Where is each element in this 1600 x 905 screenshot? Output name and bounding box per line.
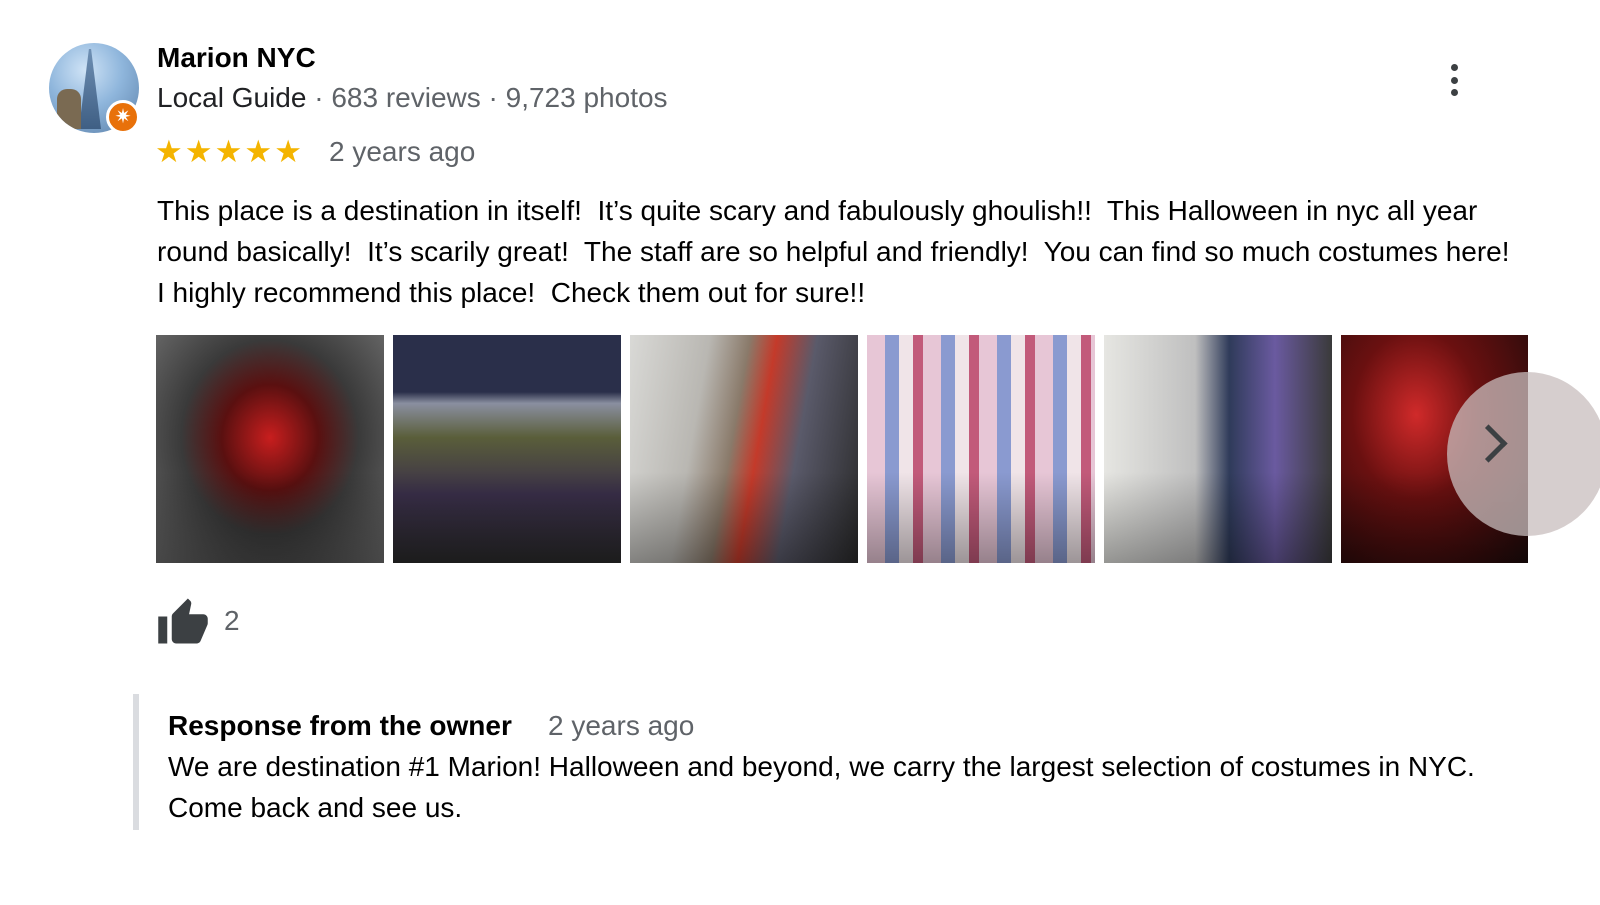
review-photo[interactable] (630, 335, 858, 563)
photos-next-button[interactable] (1447, 372, 1600, 536)
avatar-person (57, 89, 81, 129)
owner-response: Response from the owner 2 years ago We a… (133, 694, 1519, 830)
photos-count: 9,723 photos (505, 82, 668, 113)
local-guide-star-icon: ✷ (106, 100, 140, 134)
photo-shade (1104, 471, 1332, 563)
reviewer-name[interactable]: Marion NYC (157, 42, 316, 74)
photo-strip (156, 335, 1528, 563)
dot (1450, 89, 1458, 96)
like-button[interactable]: 2 (156, 596, 240, 646)
star-icon: ★ (155, 134, 183, 169)
photo-shade (867, 471, 1095, 563)
review-card: ✷ Marion NYC Local Guide · 683 reviews ·… (0, 0, 1600, 905)
review-time-ago: 2 years ago (329, 136, 476, 167)
photo-shade (156, 471, 384, 563)
reviewer-meta: Local Guide · 683 reviews · 9,723 photos (157, 82, 668, 114)
owner-response-time-ago: 2 years ago (548, 710, 695, 741)
star-rating: ★ ★ ★ ★ ★ (155, 132, 302, 172)
owner-response-text: We are destination #1 Marion! Halloween … (168, 751, 1475, 823)
dot (1450, 76, 1458, 84)
avatar-building (79, 49, 101, 129)
local-guide-label: Local Guide (157, 82, 307, 113)
more-vertical-icon[interactable] (1440, 60, 1468, 100)
like-count: 2 (224, 605, 240, 636)
photo-shade (393, 471, 621, 563)
star-icon: ★ (214, 134, 243, 169)
review-text: This place is a destination in itself! I… (157, 195, 1526, 308)
meta-separator: · (306, 82, 332, 113)
thumbs-up-icon (158, 598, 208, 644)
star-icon: ★ (184, 134, 213, 169)
dot (1450, 64, 1458, 71)
reviews-count: 683 reviews (331, 82, 481, 113)
review-photo[interactable] (156, 335, 384, 563)
photo-shade (630, 471, 858, 563)
review-photo[interactable] (867, 335, 1095, 563)
review-photo[interactable] (1104, 335, 1332, 563)
review-photo[interactable] (393, 335, 621, 563)
star-icon: ★ (244, 134, 273, 169)
meta-separator: · (480, 82, 506, 113)
star-icon: ★ (274, 134, 302, 169)
chevron-right-icon (1469, 424, 1508, 463)
owner-response-title: Response from the owner (168, 710, 512, 741)
